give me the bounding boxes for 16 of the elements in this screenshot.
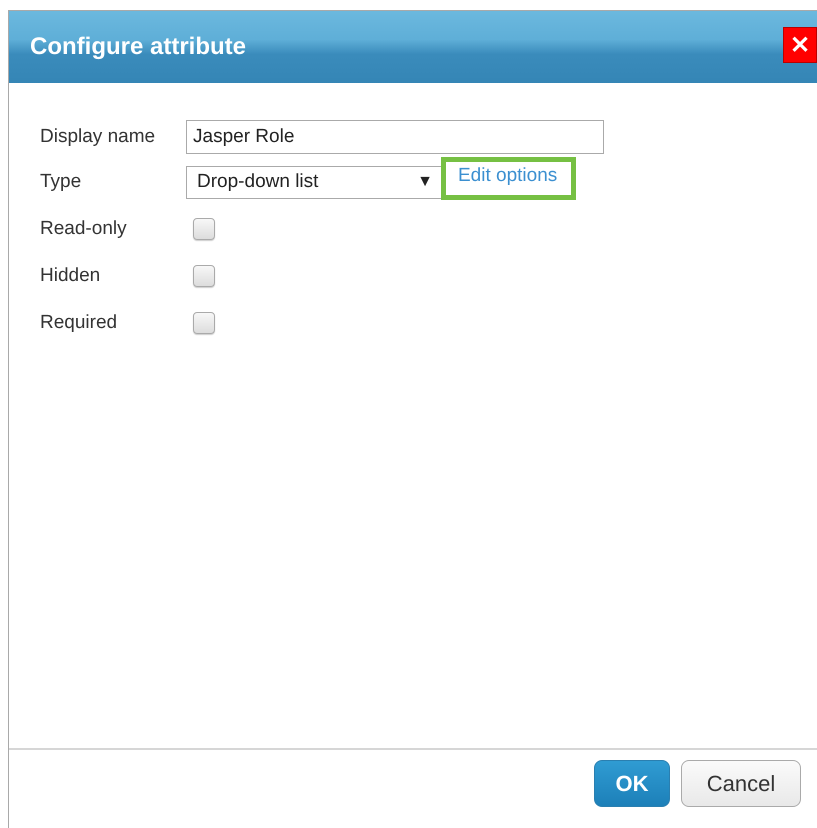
checkbox[interactable]: [193, 264, 215, 286]
field-label: Type: [40, 171, 82, 193]
close-button[interactable]: ✕: [783, 27, 817, 63]
type-dropdown[interactable]: Drop-down list ▼: [186, 166, 442, 198]
field-label: Hidden: [40, 264, 102, 286]
field-label: Display name: [40, 126, 156, 148]
display-name-field[interactable]: Jasper Role: [186, 120, 604, 154]
checkbox[interactable]: [193, 312, 215, 334]
cancel-button[interactable]: Cancel: [681, 760, 801, 807]
field-label: Required: [40, 312, 118, 334]
field-label: Read-only: [40, 218, 128, 240]
dropdown-value: Drop-down list: [197, 171, 318, 193]
ok-button[interactable]: OK: [594, 760, 670, 807]
caret-icon: ▼: [417, 173, 433, 191]
window-title: Configure attribute: [30, 33, 246, 61]
checkbox[interactable]: [193, 218, 215, 240]
